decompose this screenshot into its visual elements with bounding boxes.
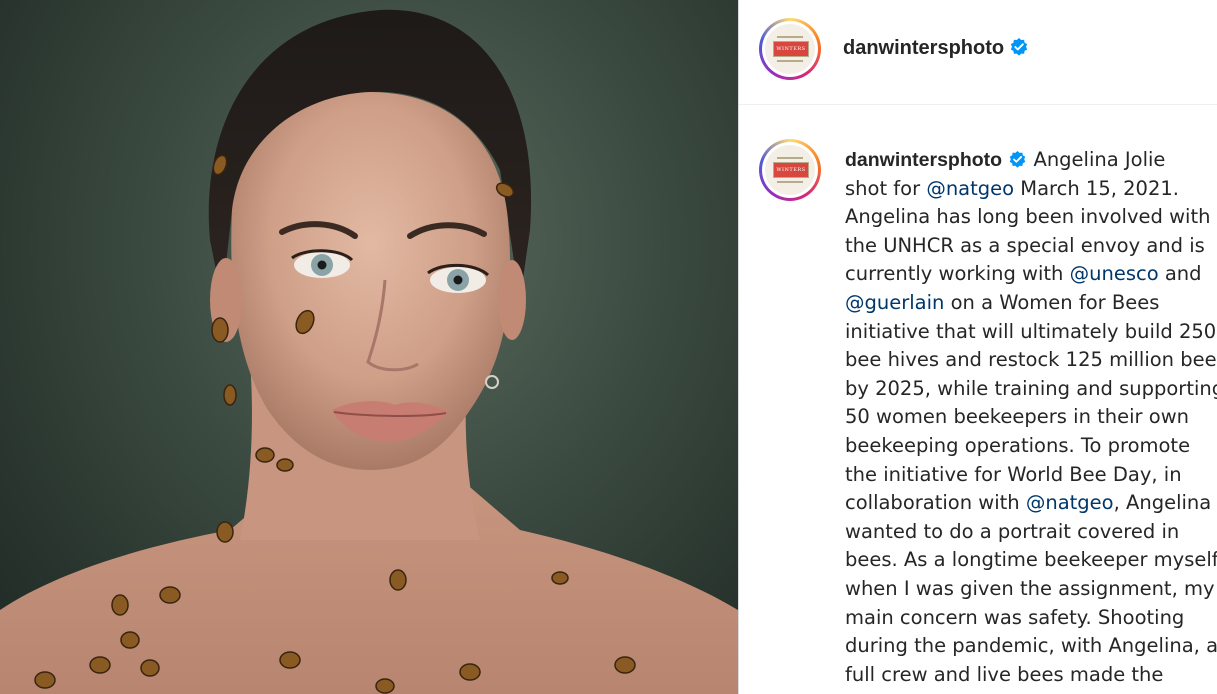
caption-text: when I was given the assignment, my (845, 576, 1215, 600)
caption-text: the UNHCR as a special envoy and is (845, 233, 1205, 257)
caption-text: March 15, 2021. (1014, 176, 1179, 200)
caption-text: full crew and live bees made the (845, 662, 1164, 686)
caption-line: beekeeping operations. To promote (845, 432, 1217, 461)
mention-link[interactable]: @guerlain (845, 291, 944, 314)
caption-text: wanted to do a portrait covered in (845, 519, 1180, 543)
caption-line: the initiative for World Bee Day, in (845, 461, 1217, 490)
caption-line: by 2025, while training and supporting (845, 375, 1217, 404)
instagram-post-view: WINTERS danwintersphoto WINTERS danwinte… (0, 0, 1217, 694)
caption-text: 50 women beekeepers in their own (845, 405, 1190, 429)
post-sidebar: WINTERS danwintersphoto WINTERS danwinte… (738, 0, 1217, 694)
winters-logo-icon: WINTERS (765, 24, 815, 74)
caption-text: and (1158, 262, 1202, 286)
caption-line: the UNHCR as a special envoy and is (845, 232, 1217, 261)
caption-line: collaboration with @natgeo, Angelina (845, 489, 1217, 518)
avatar-logo-text: WINTERS (773, 162, 809, 178)
caption-intro: Angelina Jolie (1033, 148, 1166, 171)
caption-line: main concern was safety. Shooting (845, 604, 1217, 633)
winters-logo-icon: WINTERS (765, 145, 815, 195)
caption-line: during the pandemic, with Angelina, a (845, 632, 1217, 661)
caption-text: during the pandemic, with Angelina, a (845, 634, 1217, 658)
avatar-logo-text: WINTERS (773, 41, 809, 57)
caption-line: initiative that will ultimately build 25… (845, 318, 1217, 347)
caption-text: by 2025, while training and supporting (845, 376, 1217, 400)
post-header: WINTERS danwintersphoto (739, 0, 1217, 105)
verified-badge-icon (1011, 38, 1028, 56)
caption-text: on a Women for Bees (944, 290, 1160, 314)
caption-line: bees. As a longtime beekeeper myself, (845, 546, 1217, 575)
caption-text: the initiative for World Bee Day, in (845, 462, 1182, 486)
mention-link[interactable]: @natgeo (1026, 491, 1114, 514)
caption-text: main concern was safety. Shooting (845, 605, 1185, 629)
caption-text: currently working with (845, 262, 1070, 286)
caption-line: danwintersphoto Angelina Jolie (845, 146, 1217, 175)
caption-line: @guerlain on a Women for Bees (845, 289, 1217, 318)
mention-link[interactable]: @unesco (1070, 262, 1159, 285)
caption-text: collaboration with (845, 491, 1026, 515)
right-ear (498, 260, 526, 340)
caption-line: when I was given the assignment, my (845, 575, 1217, 604)
post-photo[interactable] (0, 0, 738, 694)
caption-avatar[interactable]: WINTERS (759, 139, 821, 201)
header-user: danwintersphoto (843, 37, 1029, 60)
caption-line: bee hives and restock 125 million bees (845, 346, 1217, 375)
caption-body: shot for @natgeo March 15, 2021. Angelina… (845, 175, 1217, 690)
caption-text: bees. As a longtime beekeeper myself, (845, 548, 1217, 572)
caption-text: initiative that will ultimately build 25… (845, 319, 1217, 343)
caption-line: Angelina has long been involved with (845, 203, 1217, 232)
mention-link[interactable]: @natgeo (926, 177, 1014, 200)
caption-username[interactable]: danwintersphoto (845, 149, 1002, 171)
caption-text: beekeeping operations. To promote (845, 433, 1191, 457)
caption-text: shot for (845, 176, 927, 200)
portrait-illustration (0, 9, 738, 694)
caption-line: 50 women beekeepers in their own (845, 403, 1217, 432)
post-caption: danwintersphoto Angelina Jolie shot for … (845, 146, 1217, 689)
caption-line: currently working with @unesco and (845, 260, 1217, 289)
verified-badge-icon (1009, 150, 1026, 168)
caption-text: bee hives and restock 125 million bees (845, 348, 1217, 372)
avatar[interactable]: WINTERS (759, 18, 821, 80)
caption-line: shot for @natgeo March 15, 2021. (845, 175, 1217, 204)
caption-line: wanted to do a portrait covered in (845, 518, 1217, 547)
caption-text: , Angelina (1113, 491, 1212, 515)
earring (485, 375, 499, 389)
header-username[interactable]: danwintersphoto (843, 37, 1004, 59)
caption-line: full crew and live bees made the (845, 661, 1217, 690)
caption-text: Angelina has long been involved with (845, 205, 1211, 229)
